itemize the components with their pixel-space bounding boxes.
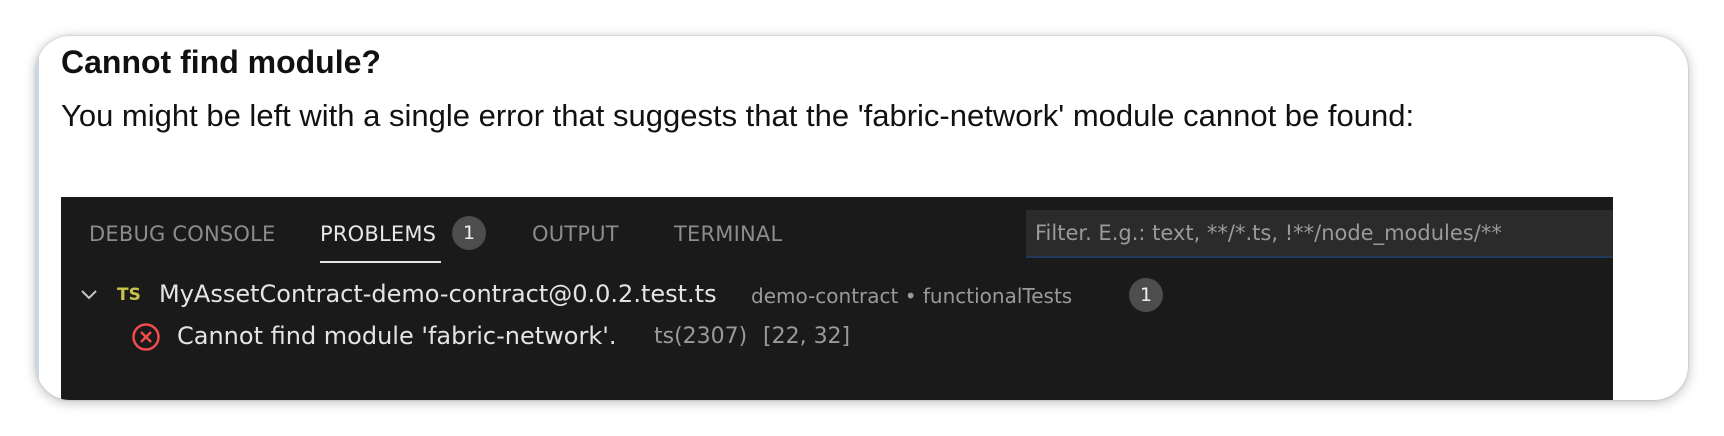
card-accent-bar xyxy=(36,36,39,400)
problems-file-row[interactable]: TS MyAssetContract-demo-contract@0.0.2.t… xyxy=(61,275,1613,315)
tab-problems[interactable]: PROBLEMS xyxy=(320,222,436,246)
chevron-down-icon[interactable] xyxy=(79,285,99,305)
file-problem-count-badge: 1 xyxy=(1129,278,1163,312)
filter-placeholder: Filter. E.g.: text, **/*.ts, !**/node_mo… xyxy=(1035,221,1502,245)
section-body-text: You might be left with a single error th… xyxy=(61,98,1415,133)
section-heading: Cannot find module? xyxy=(61,44,381,80)
problem-message: Cannot find module 'fabric-network'. xyxy=(177,322,617,350)
problems-count-badge: 1 xyxy=(452,216,486,250)
problem-file-path: demo-contract • functionalTests xyxy=(751,284,1073,308)
typescript-file-icon: TS xyxy=(117,285,141,305)
problem-location: [22, 32] xyxy=(763,324,851,349)
problem-item-row[interactable]: Cannot find module 'fabric-network'. ts(… xyxy=(61,317,1613,357)
problems-filter-input[interactable]: Filter. E.g.: text, **/*.ts, !**/node_mo… xyxy=(1026,210,1613,258)
active-tab-indicator xyxy=(320,261,441,263)
problem-code: ts(2307) xyxy=(654,324,748,349)
tab-debug-console[interactable]: DEBUG CONSOLE xyxy=(89,222,276,246)
problems-panel-screenshot: DEBUG CONSOLE PROBLEMS 1 OUTPUT TERMINAL… xyxy=(61,197,1613,400)
tab-output[interactable]: OUTPUT xyxy=(532,222,619,246)
error-icon xyxy=(132,323,160,351)
article-card: Cannot find module? You might be left wi… xyxy=(36,36,1688,400)
problem-file-name: MyAssetContract-demo-contract@0.0.2.test… xyxy=(159,280,717,308)
panel-tab-bar: DEBUG CONSOLE PROBLEMS 1 OUTPUT TERMINAL… xyxy=(61,197,1613,265)
tab-terminal[interactable]: TERMINAL xyxy=(674,222,782,246)
